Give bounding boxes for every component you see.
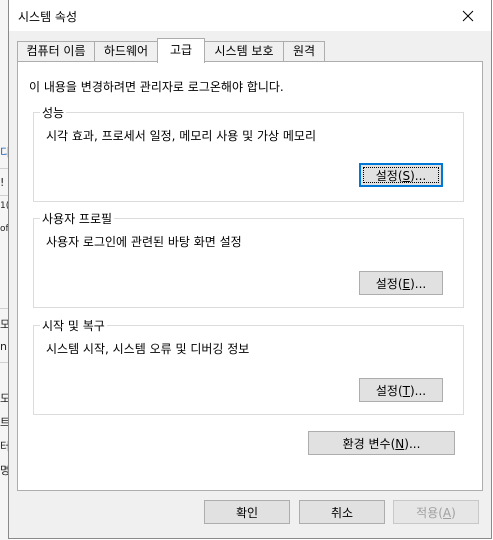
startup-recovery-settings-button[interactable]: 설정(T)... bbox=[359, 378, 443, 402]
button-label: 환경 변수(N)... bbox=[342, 436, 421, 451]
window-title: 시스템 속성 bbox=[18, 10, 78, 24]
performance-group: 성능 시각 효과, 프로세서 일정, 메모리 사용 및 가상 메모리 설정(S)… bbox=[33, 104, 464, 202]
group-label: 시작 및 복구 bbox=[40, 317, 107, 334]
startup-recovery-group: 시작 및 복구 시스템 시작, 시스템 오류 및 디버깅 정보 설정(T)... bbox=[33, 317, 464, 415]
apply-button[interactable]: 적용(A) bbox=[393, 500, 479, 524]
tab-remote[interactable]: 원격 bbox=[283, 41, 325, 61]
group-description: 사용자 로그인에 관련된 바탕 화면 설정 bbox=[46, 235, 242, 249]
tab-advanced[interactable]: 고급 bbox=[157, 38, 205, 63]
group-description: 시스템 시작, 시스템 오류 및 디버깅 정보 bbox=[46, 342, 250, 356]
user-profiles-group: 사용자 프로필 사용자 로그인에 관련된 바탕 화면 설정 설정(E)... bbox=[33, 210, 464, 308]
title-bar[interactable]: 시스템 속성 bbox=[9, 0, 491, 31]
button-label: 취소 bbox=[330, 505, 354, 520]
group-label: 성능 bbox=[40, 104, 67, 121]
tab-hardware[interactable]: 하드웨어 bbox=[94, 41, 158, 61]
environment-variables-button[interactable]: 환경 변수(N)... bbox=[308, 431, 455, 455]
background-text: ! bbox=[0, 176, 5, 189]
background-text: n bbox=[0, 340, 7, 353]
button-label: 확인 bbox=[235, 505, 259, 520]
user-profiles-settings-button[interactable]: 설정(E)... bbox=[359, 271, 443, 295]
button-label: 설정(E)... bbox=[375, 276, 427, 291]
button-label: 적용(A) bbox=[416, 505, 456, 520]
close-icon bbox=[462, 10, 474, 21]
system-properties-dialog: 시스템 속성 컴퓨터 이름 하드웨어 고급 시스템 보호 원격 이 내용을 변경… bbox=[8, 0, 492, 539]
tab-system-protection[interactable]: 시스템 보호 bbox=[204, 41, 284, 61]
button-label: 설정(T)... bbox=[375, 383, 427, 398]
close-button[interactable] bbox=[445, 0, 491, 31]
cancel-button[interactable]: 취소 bbox=[299, 500, 385, 524]
group-description: 시각 효과, 프로세서 일정, 메모리 사용 및 가상 메모리 bbox=[46, 129, 316, 143]
admin-note: 이 내용을 변경하려면 관리자로 로그온해야 합니다. bbox=[29, 80, 284, 94]
ok-button[interactable]: 확인 bbox=[204, 500, 290, 524]
performance-settings-button[interactable]: 설정(S)... bbox=[359, 163, 443, 187]
tab-computer-name[interactable]: 컴퓨터 이름 bbox=[17, 41, 95, 61]
focus-ring bbox=[363, 167, 439, 183]
group-label: 사용자 프로필 bbox=[40, 210, 115, 227]
